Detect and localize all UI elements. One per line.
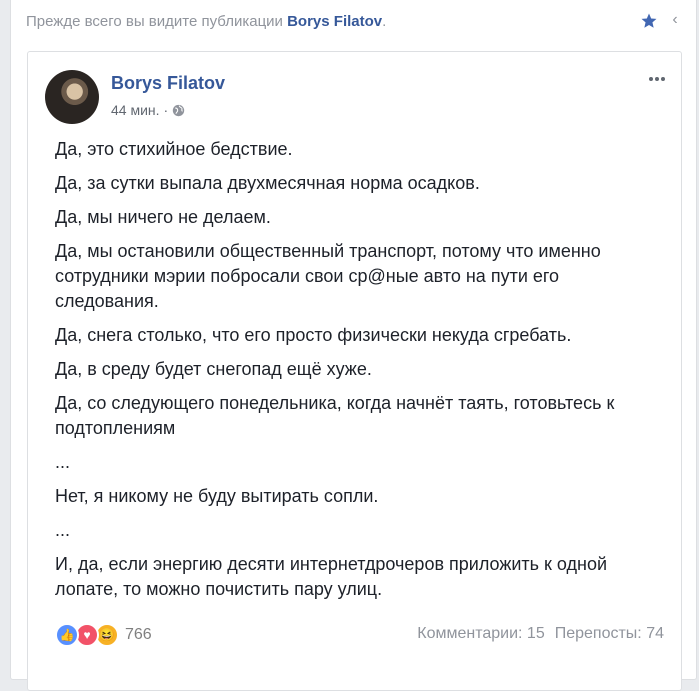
- meta-separator: ·: [163, 102, 169, 118]
- reactions-summary[interactable]: 👍 ♥ 😆 766: [55, 623, 152, 647]
- post-footer: 👍 ♥ 😆 766 Комментарии: 15 Перепосты: 74: [55, 623, 675, 647]
- post-paragraph: Нет, я никому не буду вытирать сопли.: [55, 486, 379, 506]
- post-paragraph: Да, в среду будет снегопад ещё хуже.: [55, 359, 372, 379]
- post-paragraph: ...: [55, 520, 71, 540]
- post-paragraph: Да, со следующего понедельника, когда на…: [55, 393, 615, 438]
- post-author-link[interactable]: Borys Filatov: [111, 73, 225, 94]
- reaction-count[interactable]: 766: [125, 626, 152, 644]
- star-icon[interactable]: [640, 12, 658, 30]
- post-paragraph: ...: [55, 452, 71, 472]
- see-first-notice: Прежде всего вы видите публикации Borys …: [26, 13, 386, 30]
- post-body: Да, это стихийное бедствие. Да, за сутки…: [55, 137, 665, 611]
- post-paragraph: Да, мы ничего не делаем.: [55, 207, 271, 227]
- post-timestamp[interactable]: 44 мин.: [111, 102, 160, 118]
- see-first-text: Прежде всего вы видите публикации: [26, 13, 283, 30]
- post-paragraph: Да, за сутки выпала двухмесячная норма о…: [55, 173, 480, 193]
- feed-story-container: Прежде всего вы видите публикации Borys …: [10, 0, 697, 691]
- like-icon: 👍: [55, 623, 79, 647]
- post-paragraph: И, да, если энергию десяти интернетдроче…: [55, 554, 608, 599]
- shares-count-link[interactable]: Перепосты: 74: [555, 625, 664, 642]
- post-meta: 44 мин. ·: [111, 102, 185, 118]
- see-first-author-link[interactable]: Borys Filatov: [287, 13, 382, 30]
- post-paragraph: Да, мы остановили общественный транспорт…: [55, 241, 601, 311]
- see-first-suffix: .: [382, 13, 387, 30]
- globe-icon[interactable]: [172, 104, 185, 117]
- post-paragraph: Да, снега столько, что его просто физиче…: [55, 325, 572, 345]
- post-paragraph: Да, это стихийное бедствие.: [55, 139, 293, 159]
- comments-count-link[interactable]: Комментарии: 15: [417, 625, 544, 642]
- engagement-counts: Комментарии: 15 Перепосты: 74: [417, 625, 664, 643]
- post-options-icon[interactable]: [649, 68, 671, 82]
- post-card: Borys Filatov 44 мин. · Да, это стихийное…: [27, 51, 682, 691]
- avatar[interactable]: [45, 70, 99, 124]
- collapse-icon[interactable]: ‹: [668, 11, 682, 29]
